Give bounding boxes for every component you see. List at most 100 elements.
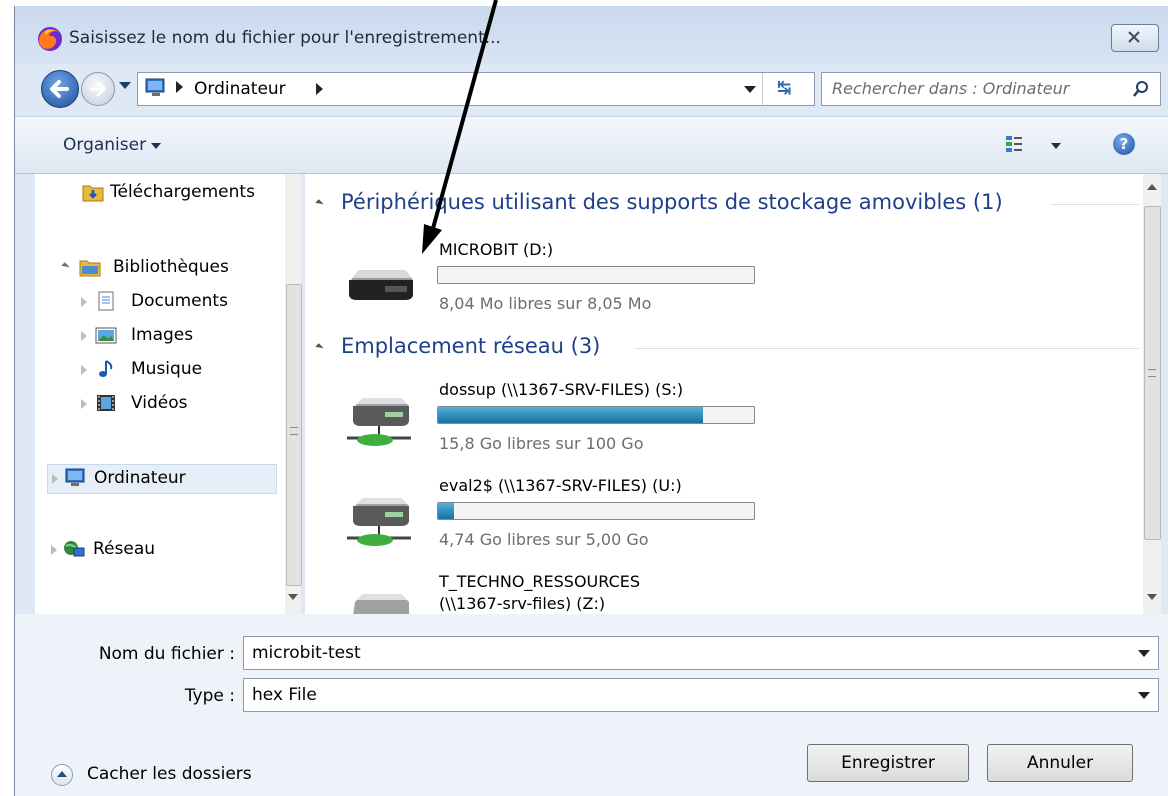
expand-icon[interactable]	[61, 262, 70, 271]
computer-icon	[65, 468, 85, 486]
documents-icon	[98, 291, 114, 311]
filename-label: Nom du fichier :	[98, 644, 235, 664]
drive-usage-fill	[438, 503, 454, 519]
expand-icon[interactable]	[81, 365, 87, 375]
group-title-network[interactable]: Emplacement réseau (3)	[341, 334, 600, 358]
toolbar: Organiser ?	[15, 116, 1168, 174]
collapse-group-icon[interactable]	[315, 343, 324, 352]
refresh-button[interactable]: ↹	[762, 73, 813, 105]
sidebar-item-documents[interactable]: Documents	[47, 288, 277, 316]
close-icon	[1128, 31, 1140, 43]
window-title: Saisissez le nom du fichier pour l'enreg…	[69, 28, 501, 48]
group-title-removable[interactable]: Périphériques utilisant des supports de …	[341, 190, 1003, 214]
drive-usage-fill	[438, 407, 704, 423]
search-icon[interactable]	[1132, 80, 1150, 98]
address-bar[interactable]: Ordinateur ↹	[137, 72, 815, 106]
drive-usage-bar	[437, 502, 755, 520]
music-icon	[99, 360, 113, 377]
search-box[interactable]: Rechercher dans : Ordinateur	[821, 72, 1161, 106]
sidebar-item-label: Réseau	[93, 539, 156, 559]
back-arrow-icon	[50, 80, 69, 98]
filename-field[interactable]: microbit-test	[243, 636, 1159, 670]
expand-icon[interactable]	[81, 297, 87, 307]
expand-icon[interactable]	[81, 399, 87, 409]
breadcrumb-separator-icon[interactable]	[176, 81, 183, 93]
expand-icon[interactable]	[51, 545, 57, 555]
content-pane: Périphériques utilisant des supports de …	[305, 174, 1161, 614]
filename-dropdown-icon[interactable]	[1138, 650, 1150, 657]
history-dropdown-icon[interactable]	[119, 82, 131, 89]
sidebar-item-label: Documents	[131, 291, 228, 311]
view-dropdown-icon[interactable]	[1051, 143, 1061, 149]
sidebar-item-images[interactable]: Images	[47, 322, 277, 350]
navigation-pane: Téléchargements Bibliothèques Documents	[35, 174, 302, 614]
drive-name: MICROBIT (D:)	[439, 240, 554, 259]
address-dropdown-icon[interactable]	[744, 86, 756, 93]
sidebar-item-network[interactable]: Réseau	[47, 536, 277, 564]
forward-arrow-icon	[89, 81, 106, 97]
forward-button[interactable]	[81, 72, 115, 106]
images-icon	[95, 327, 117, 344]
scroll-up-icon[interactable]	[1147, 184, 1157, 190]
help-icon[interactable]: ?	[1113, 133, 1135, 155]
save-dialog: Saisissez le nom du fichier pour l'enreg…	[14, 6, 1168, 796]
group-divider	[1051, 204, 1139, 205]
network-drive-icon	[353, 594, 409, 614]
grip-icon	[290, 427, 298, 435]
scroll-down-icon[interactable]	[1147, 594, 1157, 600]
drive-name-line2: (\\1367-srv-files) (Z:)	[439, 594, 606, 613]
sidebar-item-music[interactable]: Musique	[47, 356, 277, 384]
libraries-icon	[79, 260, 101, 277]
drive-free-space: 8,04 Mo libres sur 8,05 Mo	[439, 294, 652, 313]
sidebar-item-libraries[interactable]: Bibliothèques	[47, 254, 277, 282]
content-scrollbar[interactable]	[1143, 174, 1161, 614]
removable-drive-icon	[349, 270, 413, 300]
hide-folders-label: Cacher les dossiers	[87, 764, 252, 784]
sidebar-item-computer[interactable]: Ordinateur	[47, 464, 277, 494]
grip-icon	[1148, 369, 1156, 377]
expand-icon[interactable]	[81, 331, 87, 341]
type-select[interactable]: hex File	[243, 678, 1159, 712]
group-divider	[635, 348, 1139, 349]
nav-scrollbar-thumb[interactable]	[286, 284, 302, 586]
network-drive-icon	[347, 498, 411, 546]
refresh-icon: ↹	[777, 78, 792, 98]
collapse-group-icon[interactable]	[315, 199, 324, 208]
back-button[interactable]	[41, 70, 79, 108]
breadcrumb-chevron-icon[interactable]	[316, 83, 323, 95]
sidebar-item-label: Vidéos	[131, 393, 188, 413]
filename-input[interactable]: microbit-test	[252, 643, 361, 663]
network-icon	[64, 541, 85, 557]
sidebar-item-label: Ordinateur	[94, 468, 186, 488]
title-bar: Saisissez le nom du fichier pour l'enreg…	[15, 6, 1168, 64]
organise-menu[interactable]: Organiser	[63, 135, 146, 155]
sidebar-item-videos[interactable]: Vidéos	[47, 390, 277, 418]
breadcrumb-computer[interactable]: Ordinateur	[194, 79, 286, 99]
search-input[interactable]: Rechercher dans : Ordinateur	[832, 79, 1069, 98]
type-value[interactable]: hex File	[252, 685, 317, 705]
nav-scrollbar[interactable]	[285, 174, 302, 614]
videos-icon	[97, 395, 115, 411]
view-options-icon[interactable]	[1005, 135, 1023, 153]
sidebar-item-label: Images	[131, 325, 194, 345]
navigation-row: Ordinateur ↹ Rechercher dans : Ordinateu…	[15, 64, 1168, 112]
drive-name: T_TECHNO_RESSOURCES	[439, 572, 641, 591]
chevron-down-icon[interactable]	[151, 143, 161, 149]
drive-free-space: 15,8 Go libres sur 100 Go	[439, 434, 644, 453]
save-button[interactable]: Enregistrer	[807, 744, 969, 782]
sidebar-item-downloads[interactable]: Téléchargements	[47, 178, 279, 208]
expand-icon[interactable]	[52, 474, 58, 484]
cancel-button[interactable]: Annuler	[987, 744, 1133, 782]
sidebar-item-label: Musique	[131, 359, 203, 379]
close-button[interactable]	[1111, 24, 1159, 52]
drive-name: eval2$ (\\1367-SRV-FILES) (U:)	[439, 476, 682, 495]
drive-usage-bar	[437, 266, 755, 284]
content-scrollbar-thumb[interactable]	[1144, 206, 1161, 540]
type-dropdown-icon[interactable]	[1138, 692, 1150, 699]
network-drive-icon	[347, 398, 411, 446]
sidebar-item-label: Bibliothèques	[113, 257, 229, 277]
drive-free-space: 4,74 Go libres sur 5,00 Go	[439, 530, 649, 549]
drive-usage-bar	[437, 406, 755, 424]
file-form: Nom du fichier : microbit-test Type : he…	[15, 614, 1168, 796]
nav-scroll-down-icon[interactable]	[288, 594, 298, 600]
